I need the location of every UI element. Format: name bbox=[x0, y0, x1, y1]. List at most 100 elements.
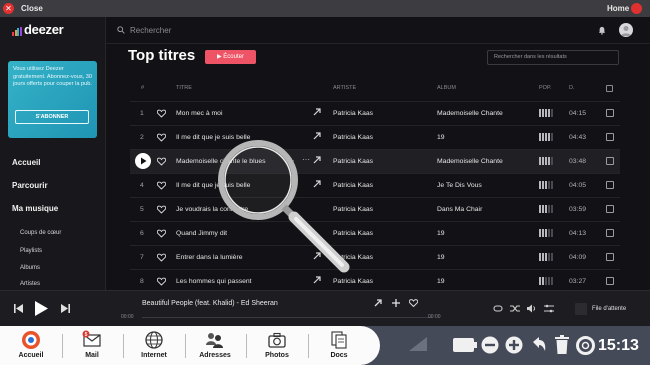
nav-accueil[interactable]: Accueil bbox=[12, 158, 40, 167]
track-album[interactable]: Dans Ma Chair bbox=[437, 206, 482, 213]
track-album[interactable]: 19 bbox=[437, 278, 445, 285]
share-icon[interactable] bbox=[313, 108, 321, 116]
row-checkbox[interactable] bbox=[606, 181, 614, 189]
nav-artistes[interactable]: Artistes bbox=[20, 281, 40, 287]
track-duration: 04:13 bbox=[569, 230, 587, 237]
next-icon[interactable] bbox=[61, 304, 70, 313]
track-number: 5 bbox=[140, 206, 144, 213]
repeat-icon[interactable] bbox=[493, 305, 503, 312]
row-checkbox[interactable] bbox=[606, 109, 614, 117]
bell-icon[interactable] bbox=[598, 26, 606, 35]
favorite-heart-icon[interactable] bbox=[157, 229, 166, 238]
track-duration: 04:05 bbox=[569, 182, 587, 189]
col-album[interactable]: ALBUM bbox=[437, 85, 456, 91]
trash-icon[interactable] bbox=[554, 335, 570, 355]
table-row[interactable]: 2 Il me dit que je suis belle Patricia Kaa… bbox=[130, 125, 620, 149]
dock-mail[interactable]: 5 Mail bbox=[67, 326, 117, 365]
table-row[interactable]: 4 Il me dit que je suis belle Patricia Kaa… bbox=[130, 173, 620, 197]
play-icon[interactable] bbox=[35, 301, 48, 316]
dock-docs[interactable]: Docs bbox=[314, 326, 364, 365]
col-pop[interactable]: POP. bbox=[539, 85, 551, 91]
dock-accueil[interactable]: Accueil bbox=[6, 326, 56, 365]
equalizer-icon bbox=[12, 27, 22, 36]
nav-parcourir[interactable]: Parcourir bbox=[12, 181, 48, 190]
track-album[interactable]: 19 bbox=[437, 230, 445, 237]
zoom-in-icon[interactable] bbox=[505, 336, 523, 354]
progress-bar[interactable] bbox=[142, 317, 432, 318]
table-row[interactable]: 5 Je voudrais la connaître Patricia Kaas Da… bbox=[130, 197, 620, 221]
track-album[interactable]: Je Te Dis Vous bbox=[437, 182, 482, 189]
search-input[interactable]: Rechercher bbox=[130, 26, 171, 35]
track-duration: 04:15 bbox=[569, 110, 587, 117]
favorite-heart-icon[interactable] bbox=[157, 109, 166, 118]
favorite-heart-icon[interactable] bbox=[157, 133, 166, 142]
col-duration[interactable]: D. bbox=[569, 85, 575, 91]
track-title[interactable]: Mon mec à moi bbox=[176, 110, 222, 117]
home-label[interactable]: Home bbox=[607, 4, 629, 13]
dock-internet[interactable]: Internet bbox=[129, 326, 179, 365]
previous-icon[interactable] bbox=[14, 304, 23, 313]
popularity-bar bbox=[539, 181, 553, 189]
time-elapsed: 00:00 bbox=[121, 314, 134, 320]
subscribe-button[interactable]: S'ABONNER bbox=[15, 110, 89, 124]
dock-separator bbox=[123, 334, 124, 358]
track-title[interactable]: Les hommes qui passent bbox=[176, 278, 252, 285]
col-title[interactable]: TITRE bbox=[176, 85, 192, 91]
track-artist[interactable]: Patricia Kaas bbox=[333, 278, 373, 285]
track-album[interactable]: Mademoiselle Chante bbox=[437, 158, 503, 165]
col-artist[interactable]: ARTISTE bbox=[333, 85, 356, 91]
magnifier-icon bbox=[218, 140, 350, 273]
row-checkbox[interactable] bbox=[606, 205, 614, 213]
listen-button[interactable]: ▶ Écouter bbox=[205, 50, 256, 64]
queue-cover-icon[interactable] bbox=[575, 303, 587, 315]
favorite-heart-icon[interactable] bbox=[157, 253, 166, 262]
search-icon[interactable] bbox=[117, 26, 125, 34]
row-checkbox[interactable] bbox=[606, 157, 614, 165]
add-icon[interactable] bbox=[392, 299, 400, 307]
table-row[interactable]: Mademoiselle chante le blues+···Patricia… bbox=[130, 149, 620, 173]
help-lifebuoy-icon[interactable] bbox=[576, 336, 595, 355]
close-icon[interactable]: ✕ bbox=[3, 3, 14, 14]
volume-icon[interactable] bbox=[527, 304, 537, 313]
track-album[interactable]: 19 bbox=[437, 134, 445, 141]
dock-adresses[interactable]: Adresses bbox=[190, 326, 240, 365]
row-checkbox[interactable] bbox=[606, 133, 614, 141]
popularity-bar bbox=[539, 229, 553, 237]
avatar[interactable] bbox=[619, 23, 633, 37]
dock-label: Docs bbox=[330, 352, 348, 359]
shuffle-icon[interactable] bbox=[510, 304, 520, 313]
favorite-heart-icon[interactable] bbox=[157, 181, 166, 190]
favorite-heart-icon[interactable] bbox=[157, 205, 166, 214]
select-all-checkbox[interactable] bbox=[606, 85, 613, 92]
queue-button[interactable]: File d'attente bbox=[592, 306, 626, 312]
mail-badge: 5 bbox=[85, 332, 88, 338]
results-search-input[interactable]: Rechercher dans les résultats bbox=[487, 50, 619, 65]
nav-ma-musique[interactable]: Ma musique bbox=[12, 204, 58, 213]
nav-coups-de-coeur[interactable]: Coups de cœur bbox=[20, 230, 61, 236]
zoom-out-icon[interactable] bbox=[481, 336, 499, 354]
row-play-button[interactable] bbox=[135, 153, 151, 169]
track-album[interactable]: Mademoiselle Chante bbox=[437, 110, 503, 117]
row-checkbox[interactable] bbox=[606, 277, 614, 285]
share-icon[interactable] bbox=[374, 299, 382, 307]
dock-photos[interactable]: Photos bbox=[252, 326, 302, 365]
favorite-heart-icon[interactable] bbox=[157, 277, 166, 286]
close-label[interactable]: Close bbox=[21, 4, 43, 13]
table-row[interactable]: 1 Mon mec à moi Patricia Kaas Mademoiselle … bbox=[130, 101, 620, 125]
track-album[interactable]: 19 bbox=[437, 254, 445, 261]
back-icon[interactable] bbox=[531, 336, 547, 354]
track-number: 2 bbox=[140, 134, 144, 141]
heart-icon[interactable] bbox=[409, 299, 418, 307]
nav-playlists[interactable]: Playlists bbox=[20, 248, 42, 254]
contacts-icon bbox=[206, 333, 223, 348]
table-row[interactable]: 7 Entrer dans la lumière Patricia Kaas 19 04… bbox=[130, 245, 620, 269]
home-icon[interactable] bbox=[631, 3, 642, 14]
track-duration: 04:43 bbox=[569, 134, 587, 141]
row-checkbox[interactable] bbox=[606, 253, 614, 261]
nav-albums[interactable]: Albums bbox=[20, 265, 40, 271]
track-artist[interactable]: Patricia Kaas bbox=[333, 110, 373, 117]
table-row[interactable]: 6 Quand Jimmy dit Patricia Kaas 19 04:13 bbox=[130, 221, 620, 245]
favorite-heart-icon[interactable] bbox=[157, 157, 166, 166]
row-checkbox[interactable] bbox=[606, 229, 614, 237]
equalizer-settings-icon[interactable] bbox=[544, 304, 554, 313]
